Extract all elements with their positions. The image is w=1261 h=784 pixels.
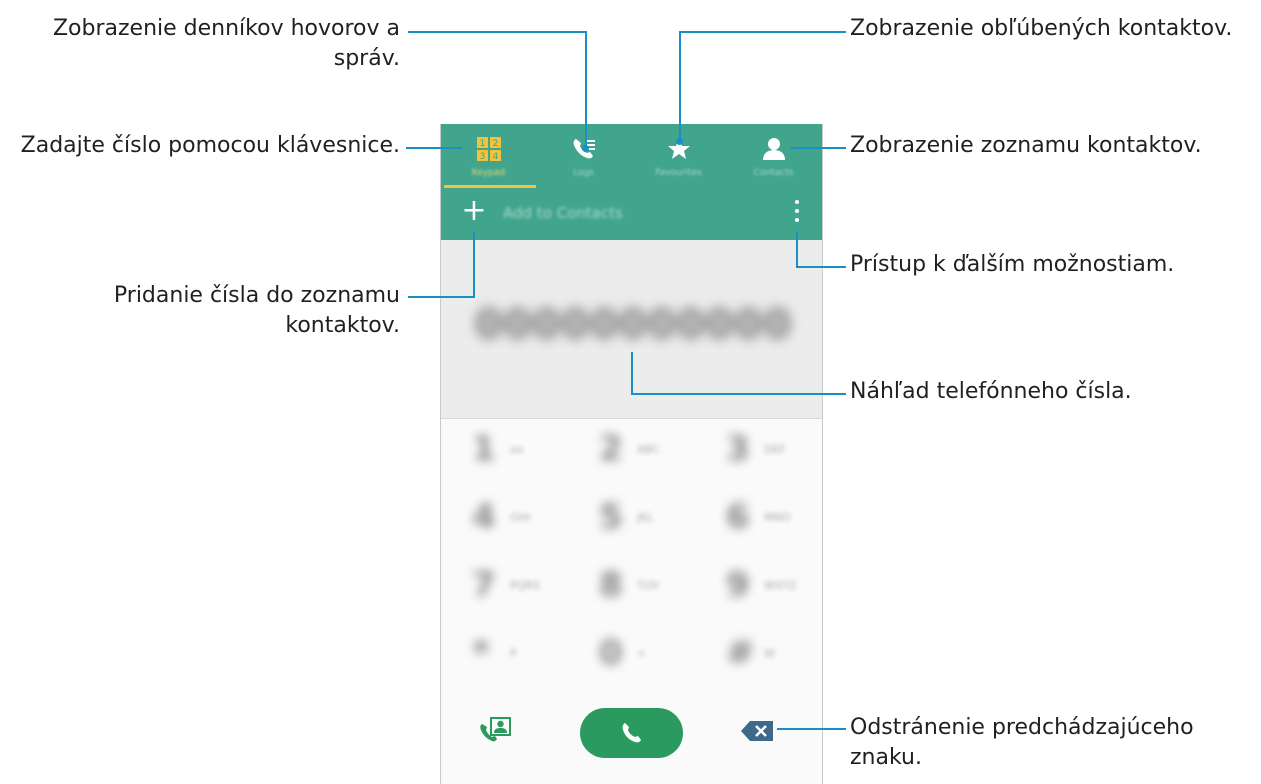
key-5[interactable]: 5 JKL <box>581 487 681 547</box>
leader-dot-favourites <box>676 138 683 145</box>
svg-text:3: 3 <box>479 152 485 162</box>
dial-keypad: 1 oo 2 ABC 3 DEF 4 GHI 5 JKL 6 MNO 7 PQRS 8 TUV … <box>441 419 822 694</box>
key-7[interactable]: 7 PQRS <box>454 555 554 615</box>
leader-line-favourites <box>679 31 846 33</box>
key-2[interactable]: 2 ABC <box>581 419 681 479</box>
backspace-icon[interactable] <box>740 720 774 742</box>
key-8[interactable]: 8 TUV <box>581 555 681 615</box>
action-bar: + Add to Contacts <box>441 188 822 240</box>
annotation-keypad: Zadajte číslo pomocou klávesnice. <box>20 133 400 158</box>
leader-line-add-number <box>408 296 475 298</box>
person-icon <box>762 138 785 160</box>
phone-dialer-screen: 1 2 3 4 Keypad Logs Favourites Contacts … <box>440 124 823 784</box>
key-star[interactable]: * P <box>454 623 554 683</box>
tab-contacts-label: Contacts <box>753 168 794 178</box>
leader-line-more-options <box>796 266 846 268</box>
plus-icon[interactable]: + <box>459 196 489 226</box>
phone-number-preview: 00000000000 <box>475 302 793 348</box>
leader-line-contacts <box>791 147 846 149</box>
call-button[interactable] <box>580 708 683 758</box>
svg-text:1: 1 <box>479 139 485 149</box>
leader-line-preview <box>631 393 846 395</box>
key-3[interactable]: 3 DEF <box>708 419 808 479</box>
leader-line-favourites <box>679 31 681 141</box>
more-vert-icon[interactable] <box>791 198 803 228</box>
dialpad-icon: 1 2 3 4 <box>476 137 501 162</box>
add-to-contacts-label[interactable]: Add to Contacts <box>503 204 623 222</box>
leader-dot-logs <box>582 145 589 152</box>
leader-line-delete <box>777 728 846 730</box>
tab-favourites-label: Favourites <box>655 168 702 178</box>
leader-line-preview <box>631 352 633 394</box>
key-9[interactable]: 9 WXYZ <box>708 555 808 615</box>
key-hash[interactable]: # W <box>708 623 808 683</box>
annotation-favourites: Zobrazenie obľúbených kontaktov. <box>850 16 1233 41</box>
key-0[interactable]: 0 + <box>581 623 681 683</box>
tab-logs[interactable]: Logs <box>536 124 631 188</box>
annotation-logs: Zobrazenie denníkov hovorov a správ. <box>52 16 400 71</box>
svg-text:2: 2 <box>492 139 498 149</box>
annotation-more-options: Prístup k ďalším možnostiam. <box>850 252 1175 277</box>
tab-keypad-label: Keypad <box>471 168 506 178</box>
leader-line-more-options <box>796 232 798 267</box>
contact-card-icon[interactable] <box>478 716 512 746</box>
key-6[interactable]: 6 MNO <box>708 487 808 547</box>
annotation-add-number: Pridanie čísla do zoznamu kontaktov. <box>113 283 400 338</box>
key-4[interactable]: 4 GHI <box>454 487 554 547</box>
leader-line-add-number <box>473 232 475 297</box>
leader-line-logs <box>585 31 587 149</box>
leader-line-logs <box>408 31 586 33</box>
tab-bar: 1 2 3 4 Keypad Logs Favourites Contacts <box>441 124 822 188</box>
tab-keypad[interactable]: 1 2 3 4 Keypad <box>441 124 536 188</box>
tab-logs-label: Logs <box>573 168 594 178</box>
leader-line-keypad <box>406 147 462 149</box>
annotation-delete: Odstránenie predchádzajúceho znaku. <box>850 715 1194 770</box>
key-1[interactable]: 1 oo <box>454 419 554 479</box>
annotation-contacts: Zobrazenie zoznamu kontaktov. <box>850 133 1202 158</box>
phone-icon <box>622 723 641 743</box>
tab-contacts[interactable]: Contacts <box>726 124 821 188</box>
annotation-preview: Náhľad telefónneho čísla. <box>850 379 1132 404</box>
svg-text:4: 4 <box>492 152 498 162</box>
